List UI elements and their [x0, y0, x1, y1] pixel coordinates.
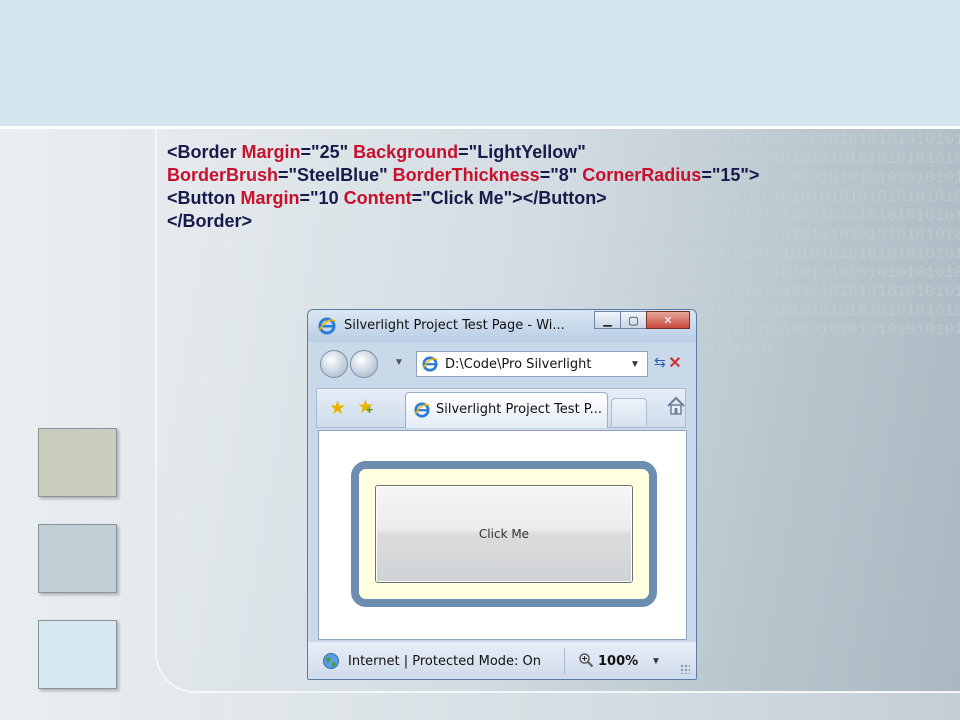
code-token: ="8" — [539, 165, 583, 185]
slide-top-band — [0, 0, 960, 128]
address-bar[interactable]: D:\Code\Pro Silverlight ▼ — [416, 351, 648, 377]
zoom-icon[interactable] — [578, 652, 594, 668]
code-token: <Border — [167, 142, 242, 162]
code-line-4: </Border> — [167, 210, 927, 233]
click-me-label: Click Me — [478, 527, 530, 541]
globe-icon — [323, 653, 339, 669]
back-button[interactable] — [320, 350, 348, 378]
code-token: BorderBrush — [167, 165, 279, 185]
decorative-square-1 — [38, 428, 117, 497]
decorative-square-2 — [38, 524, 117, 593]
code-token: Background — [353, 142, 459, 162]
ie-page-icon — [422, 356, 438, 372]
minimize-button[interactable]: ▁ — [594, 311, 621, 329]
code-token: Content — [343, 188, 412, 208]
decorative-square-3 — [38, 620, 117, 689]
ie-tab-icon — [414, 402, 430, 418]
code-token: </Border> — [167, 211, 253, 231]
code-line-3: <Button Margin="10 Content="Click Me"></… — [167, 187, 927, 210]
status-bar: Internet | Protected Mode: On 100% ▼ — [308, 642, 696, 679]
browser-titlebar[interactable]: Silverlight Project Test Page - Wi... ▁ … — [308, 310, 696, 342]
ie-logo-icon — [318, 317, 336, 335]
code-line-2: BorderBrush="SteelBlue" BorderThickness=… — [167, 164, 927, 187]
xaml-code-listing: <Border Margin="25" Background="LightYel… — [167, 141, 927, 233]
tab-title: Silverlight Project Test P... — [436, 402, 603, 417]
browser-title: Silverlight Project Test Page - Wi... — [344, 318, 565, 333]
close-button[interactable]: ✕ — [646, 311, 690, 329]
resize-grip[interactable] — [680, 664, 690, 674]
security-zone-status[interactable]: Internet | Protected Mode: On — [348, 654, 541, 669]
click-me-button[interactable]: Click Me — [375, 485, 633, 583]
code-token: BorderThickness — [392, 165, 540, 185]
page-viewport: Click Me — [318, 430, 687, 640]
maximize-button[interactable]: ▢ — [620, 311, 647, 329]
tab-active[interactable]: Silverlight Project Test P... — [405, 392, 608, 428]
add-favorites-icon[interactable]: ★ + — [357, 396, 374, 419]
favorites-star-icon[interactable]: ★ — [329, 397, 346, 420]
code-line-1: <Border Margin="25" Background="LightYel… — [167, 141, 927, 164]
code-token: ="25" — [300, 142, 354, 162]
code-token: ="LightYellow" — [458, 142, 586, 162]
recent-pages-dropdown-icon[interactable]: ▼ — [394, 357, 404, 368]
code-token: ="15"> — [701, 165, 760, 185]
new-tab-button[interactable] — [611, 398, 647, 426]
navigation-bar: ▼ D:\Code\Pro Silverlight ▼ ⇆ ✕ — [308, 342, 696, 388]
code-token: <Button — [167, 188, 241, 208]
address-dropdown-icon[interactable]: ▼ — [625, 354, 645, 374]
code-token: Margin — [241, 142, 301, 162]
window-controls: ▁ ▢ ✕ — [594, 311, 690, 329]
tab-bar: ★ ★ + Silverlight Project Test P... — [316, 388, 686, 428]
silverlight-border: Click Me — [351, 461, 657, 607]
code-token: ="Click Me"></Button> — [411, 188, 607, 208]
code-token: ="10 — [299, 188, 344, 208]
code-token: CornerRadius — [582, 165, 702, 185]
forward-button[interactable] — [350, 350, 378, 378]
zoom-level[interactable]: 100% — [598, 654, 638, 669]
browser-window: Silverlight Project Test Page - Wi... ▁ … — [307, 309, 697, 680]
stop-icon[interactable]: ✕ — [664, 352, 686, 374]
home-icon[interactable] — [665, 395, 687, 417]
code-token: Margin — [240, 188, 300, 208]
address-input[interactable]: D:\Code\Pro Silverlight — [445, 357, 592, 372]
code-token: ="SteelBlue" — [278, 165, 393, 185]
zoom-dropdown-icon[interactable]: ▼ — [651, 656, 661, 667]
